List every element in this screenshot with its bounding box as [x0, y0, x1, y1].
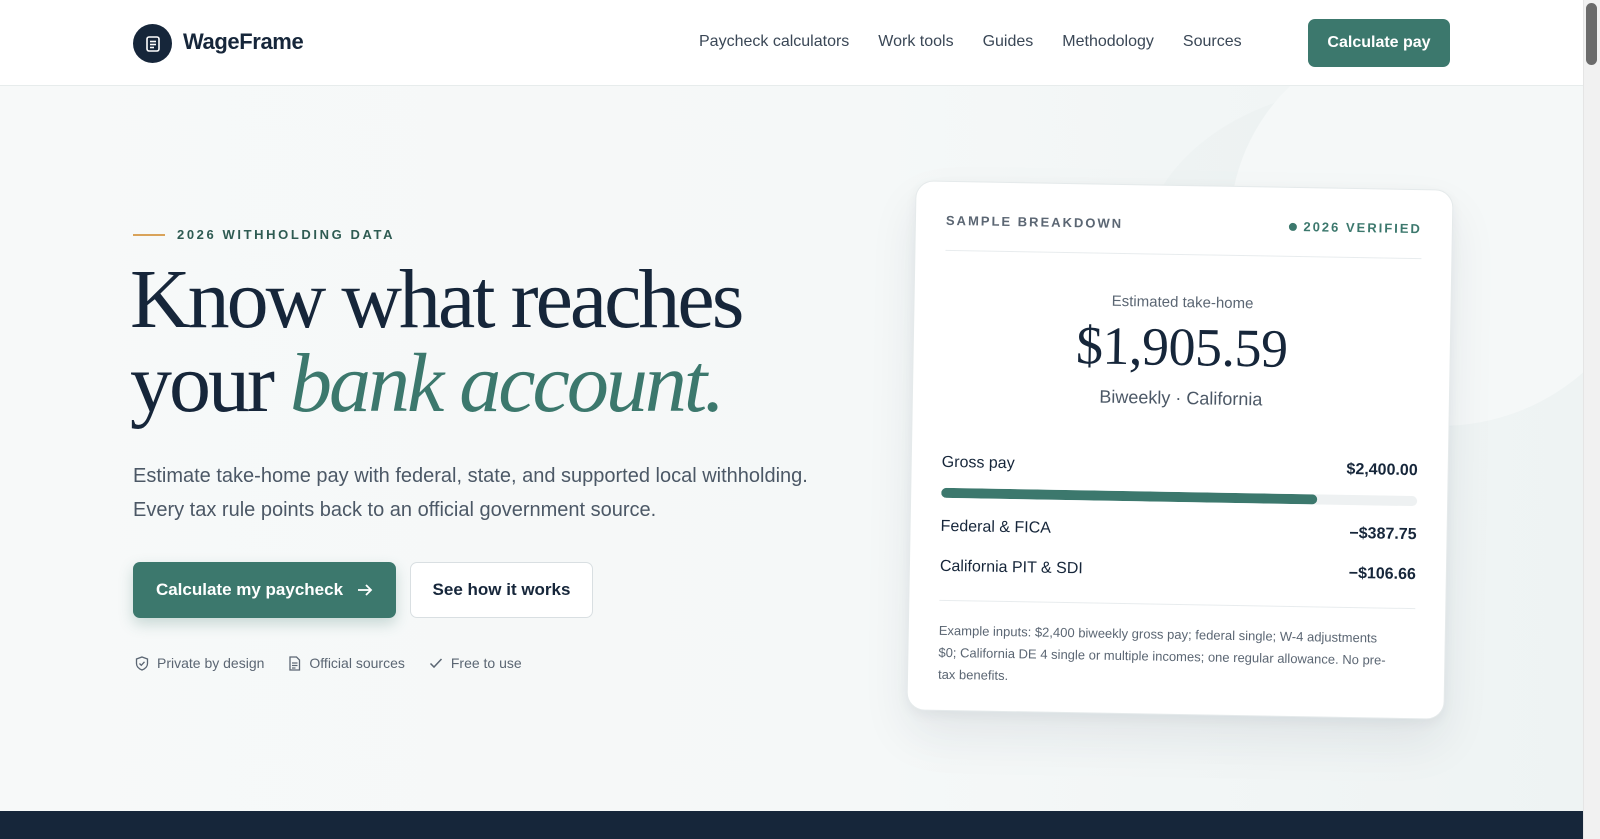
next-section-band [0, 811, 1583, 839]
card-divider [939, 599, 1416, 610]
calculate-my-paycheck-button[interactable]: Calculate my paycheck [133, 562, 396, 618]
headline-line-1: Know what reaches [130, 253, 744, 346]
sample-breakdown-card: SAMPLE BREAKDOWN 2026 VERIFIED Estimated… [906, 180, 1454, 720]
trust-label: Official sources [309, 655, 405, 671]
eyebrow-text: 2026 WITHHOLDING DATA [177, 227, 396, 242]
primary-button-label: Calculate my paycheck [155, 580, 344, 599]
trust-item: Private by design [135, 655, 264, 671]
nav-item-methodology[interactable]: Methodology [1062, 33, 1154, 51]
card-label: SAMPLE BREAKDOWN [945, 212, 1124, 231]
nav-item-work-tools[interactable]: Work tools [878, 33, 953, 51]
scrollbar-thumb[interactable] [1586, 3, 1597, 65]
shield-check-icon [135, 655, 149, 671]
gross-pay-value: $2,400.00 [1346, 460, 1418, 480]
check-icon [429, 658, 442, 669]
nav-item-guides[interactable]: Guides [983, 33, 1034, 51]
hero-eyebrow: 2026 WITHHOLDING DATA [133, 227, 395, 242]
brand-name[interactable]: WageFrame [183, 29, 304, 55]
arrow-right-icon [358, 584, 373, 596]
card-divider [945, 249, 1422, 260]
trust-label: Private by design [157, 655, 265, 671]
site-header: WageFrame Paycheck calculators Work tool… [0, 0, 1583, 86]
deduction-label: California PIT & SDI [939, 557, 1083, 578]
deduction-row: Federal & FICA −$387.75 [940, 518, 1416, 544]
main-nav: Paycheck calculators Work tools Guides M… [699, 33, 1242, 51]
gross-pay-bar [941, 487, 1418, 507]
hero-subtext: Estimate take-home pay with federal, sta… [133, 465, 808, 521]
nav-item-paycheck-calculators[interactable]: Paycheck calculators [699, 33, 849, 51]
verified-badge: 2026 VERIFIED [1288, 219, 1422, 236]
gross-pay-label: Gross pay [941, 453, 1015, 473]
deduction-value: −$387.75 [1349, 524, 1417, 544]
trust-item: Official sources [288, 655, 405, 671]
gross-pay-bar-fill [941, 487, 1318, 505]
trust-item: Free to use [429, 655, 522, 671]
logo-icon[interactable] [133, 24, 172, 63]
calculate-pay-button[interactable]: Calculate pay [1308, 19, 1450, 67]
headline-line-2-plain: your [130, 337, 290, 430]
eyebrow-line [133, 233, 165, 236]
example-inputs-note: Example inputs: $2,400 biweekly gross pa… [937, 622, 1386, 684]
hero-headline: Know what reaches your bank account. [130, 258, 850, 426]
take-home-amount: $1,905.59 [1075, 315, 1289, 379]
gross-pay-row: Gross pay $2,400.00 [942, 454, 1418, 480]
trust-list: Private by design Official sources Free … [135, 655, 522, 671]
card-header: SAMPLE BREAKDOWN 2026 VERIFIED [946, 213, 1422, 236]
document-icon [289, 655, 301, 671]
scrollbar[interactable] [1583, 0, 1600, 839]
nav-item-sources[interactable]: Sources [1183, 33, 1242, 51]
deduction-label: Federal & FICA [940, 517, 1052, 537]
verified-label: 2026 VERIFIED [1303, 219, 1423, 237]
see-how-it-works-button[interactable]: See how it works [410, 562, 593, 618]
deduction-value: −$106.66 [1348, 564, 1417, 584]
take-home-subtitle: Biweekly · California [1099, 386, 1263, 410]
verified-dot-icon [1288, 222, 1297, 231]
deduction-row: California PIT & SDI −$106.66 [940, 558, 1416, 584]
take-home-label: Estimated take-home [1111, 292, 1254, 313]
trust-label: Free to use [450, 655, 522, 671]
headline-line-2-accent: bank account. [289, 337, 725, 430]
